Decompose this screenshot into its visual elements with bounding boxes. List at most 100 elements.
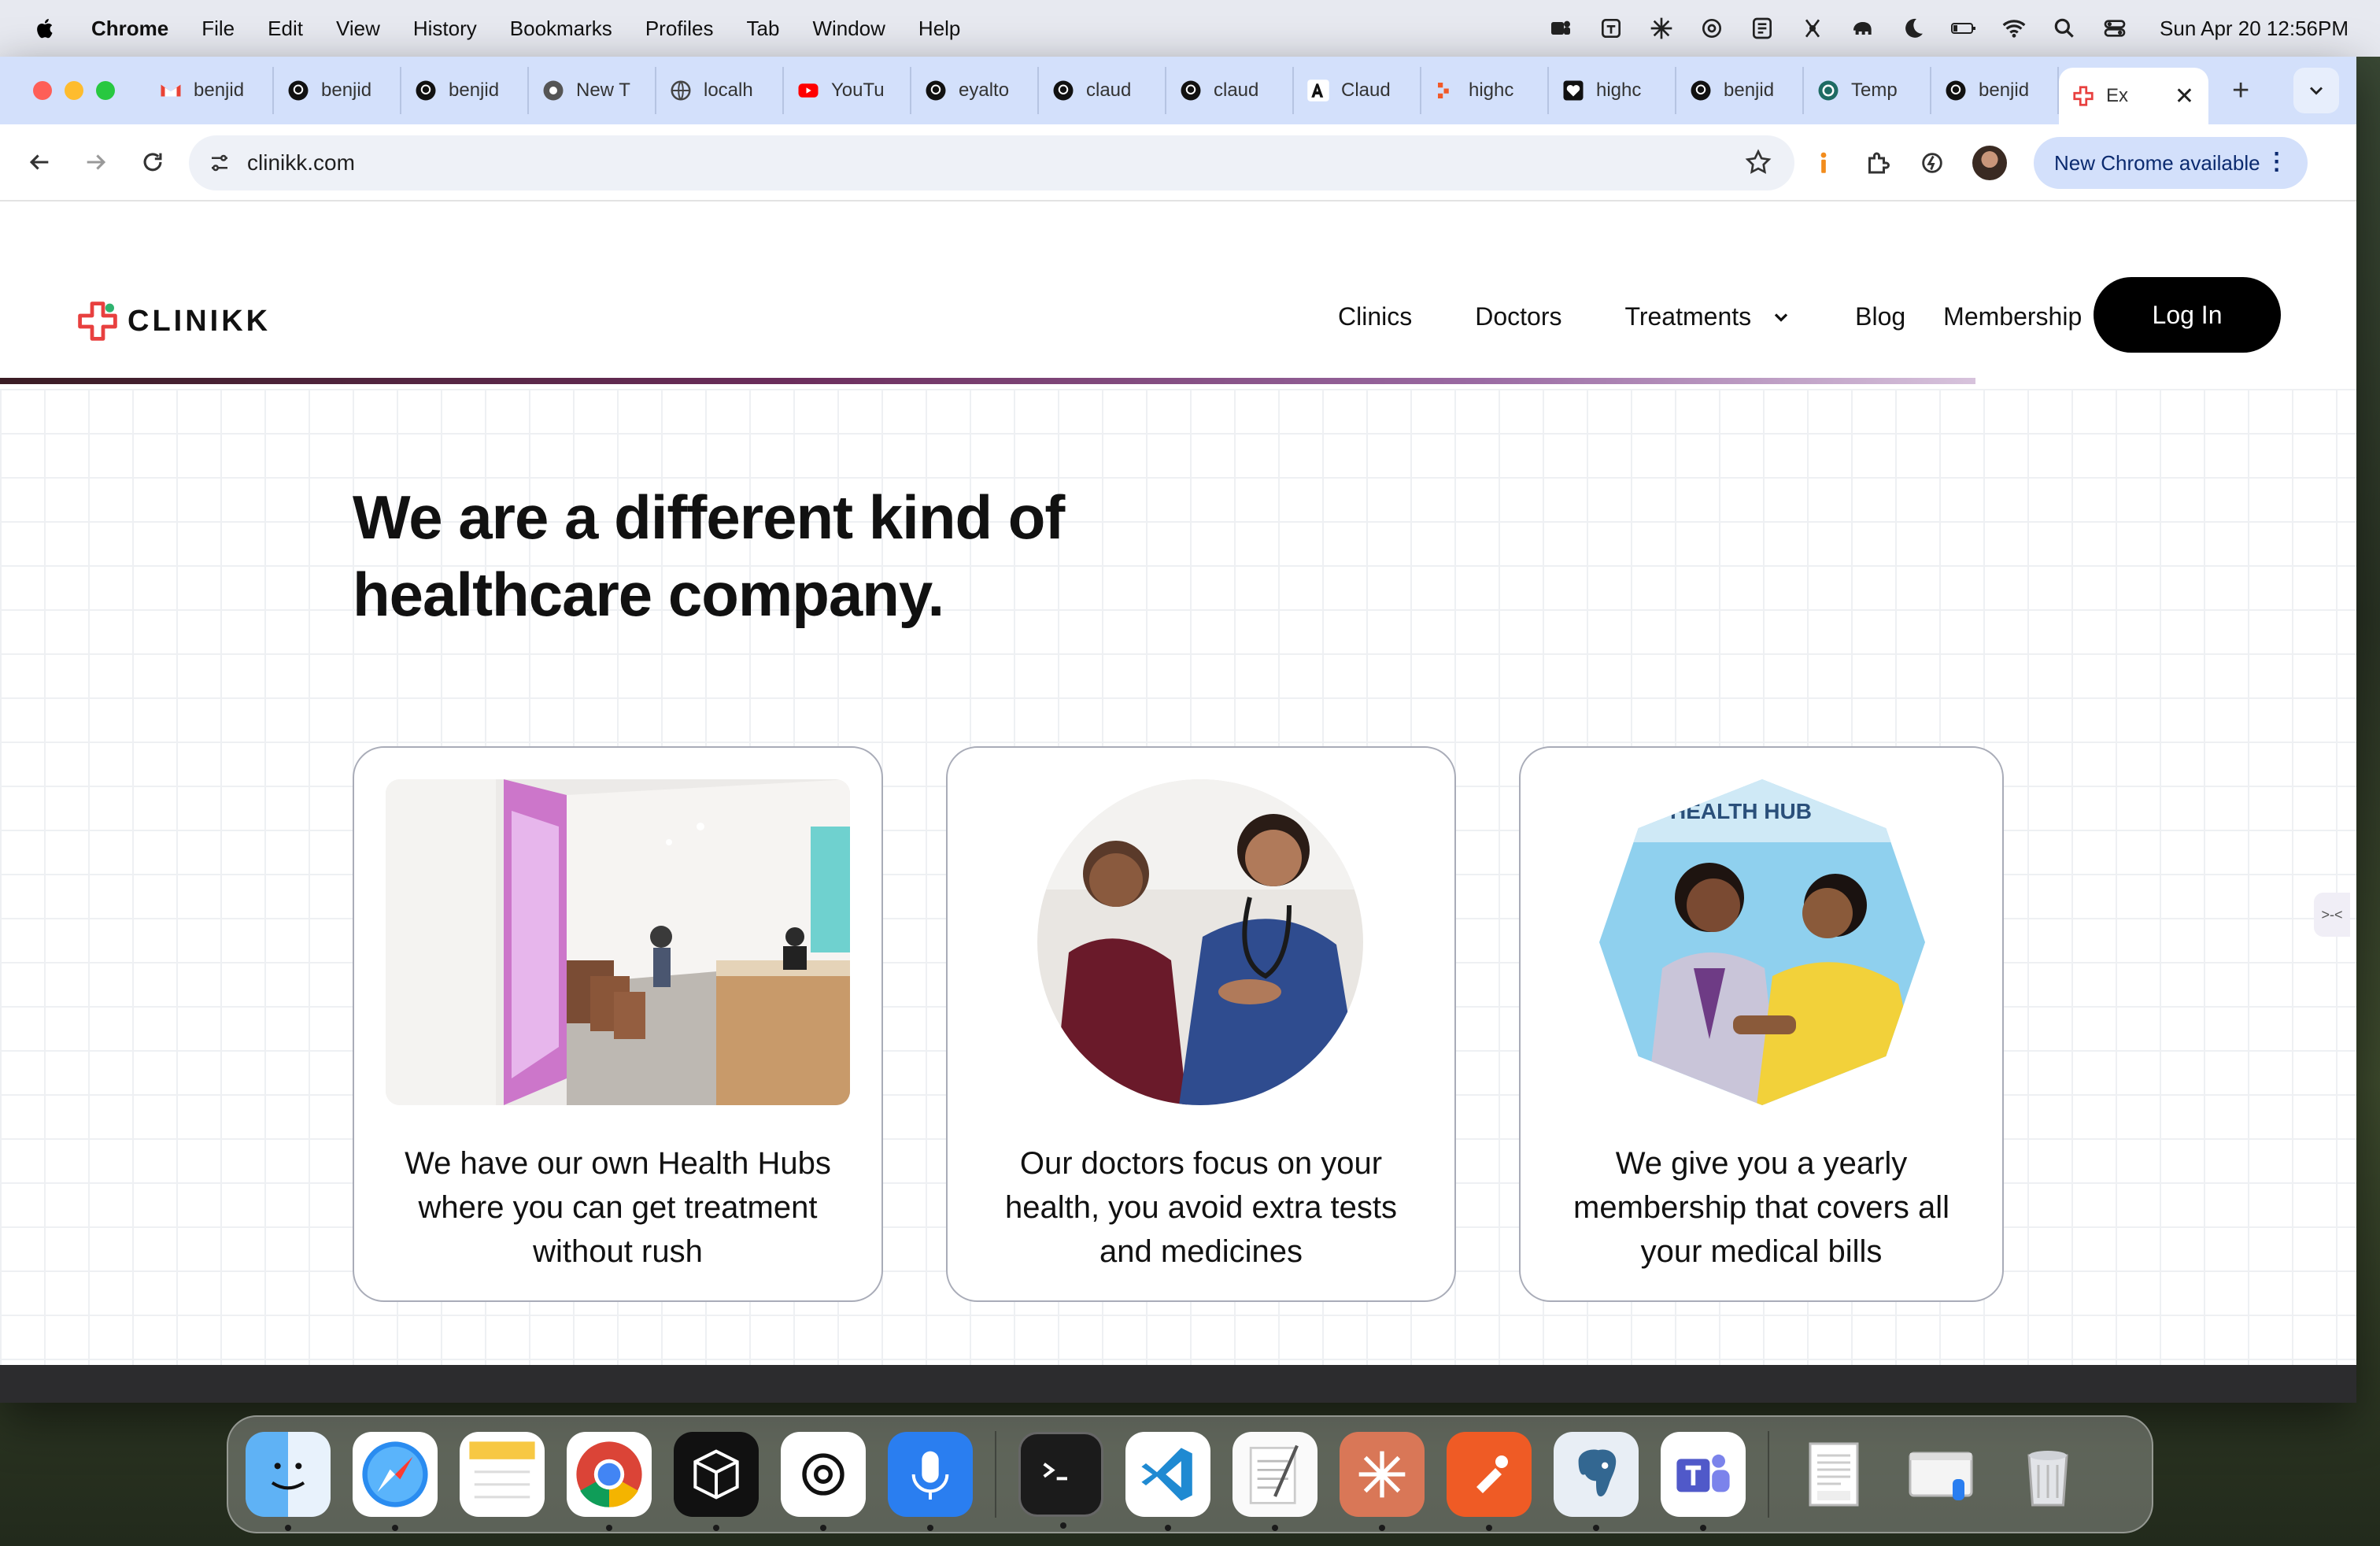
performance-icon[interactable] bbox=[1919, 150, 1946, 176]
dock-html-document[interactable] bbox=[1791, 1432, 1876, 1517]
tab-github[interactable]: claud bbox=[1166, 67, 1294, 114]
wifi-icon[interactable] bbox=[2001, 15, 2027, 42]
drone-status-icon[interactable] bbox=[1799, 15, 1826, 42]
dock-finder[interactable] bbox=[246, 1432, 331, 1531]
reload-button[interactable] bbox=[131, 140, 175, 184]
tab-template[interactable]: Temp bbox=[1804, 67, 1931, 114]
health-hub-sign-text: HEALTH HUB bbox=[1670, 799, 1812, 823]
battery-icon[interactable] bbox=[1950, 15, 1977, 42]
tab-youtube[interactable]: YouTu bbox=[784, 67, 911, 114]
address-bar[interactable]: clinikk.com bbox=[189, 135, 1794, 190]
menu-app-name[interactable]: Chrome bbox=[91, 17, 168, 41]
menu-file[interactable]: File bbox=[201, 17, 235, 41]
nav-doctors[interactable]: Doctors bbox=[1475, 302, 1561, 331]
dock-window-preview[interactable] bbox=[1898, 1432, 1983, 1517]
extensions-puzzle-icon[interactable] bbox=[1864, 149, 1892, 177]
site-info-icon[interactable] bbox=[208, 151, 231, 175]
running-indicator bbox=[820, 1525, 826, 1531]
dock-separator bbox=[1768, 1431, 1769, 1518]
tab-github[interactable]: benjid bbox=[274, 67, 401, 114]
close-tab-icon[interactable]: ✕ bbox=[2175, 83, 2194, 110]
forward-button[interactable] bbox=[74, 140, 118, 184]
dock-trash[interactable] bbox=[2005, 1432, 2090, 1517]
kebab-menu-icon[interactable]: ⋮ bbox=[2265, 148, 2289, 176]
doctor-patient-photo bbox=[1037, 779, 1363, 1105]
dock-postgres[interactable] bbox=[1554, 1432, 1639, 1531]
feature-card-doctors: Our doctors focus on your health, you av… bbox=[946, 746, 1456, 1302]
menu-history[interactable]: History bbox=[413, 17, 477, 41]
macos-menubar: Chrome File Edit View History Bookmarks … bbox=[0, 0, 2380, 57]
dock-chatgpt[interactable] bbox=[781, 1432, 866, 1531]
menu-bookmarks[interactable]: Bookmarks bbox=[510, 17, 612, 41]
side-drawer-toggle-icon[interactable]: >-< bbox=[2314, 893, 2350, 937]
gmail-icon bbox=[159, 79, 183, 102]
dock-voice-app[interactable] bbox=[888, 1432, 973, 1531]
arrow-right-icon bbox=[87, 154, 106, 170]
dock-safari[interactable] bbox=[353, 1432, 438, 1531]
moon-status-icon[interactable] bbox=[1900, 15, 1927, 42]
login-button[interactable]: Log In bbox=[2094, 277, 2281, 353]
openai-status-icon[interactable] bbox=[1698, 15, 1725, 42]
running-indicator bbox=[1486, 1525, 1492, 1531]
teams-status-icon[interactable] bbox=[1547, 15, 1574, 42]
dock-terminal[interactable] bbox=[1018, 1432, 1103, 1529]
tab-github[interactable]: benjid bbox=[1931, 67, 2059, 114]
dock-postman[interactable] bbox=[1447, 1432, 1532, 1531]
minimize-window-button[interactable] bbox=[65, 81, 83, 100]
clinikk-logo[interactable]: CLINIKK bbox=[76, 299, 271, 343]
feature-card-health-hubs: We have our own Health Hubs where you ca… bbox=[353, 746, 883, 1302]
dock-notes[interactable] bbox=[460, 1432, 545, 1517]
tab-new-tab[interactable]: New T bbox=[529, 67, 656, 114]
menu-window[interactable]: Window bbox=[812, 17, 885, 41]
nav-treatments[interactable]: Treatments bbox=[1624, 302, 1792, 331]
dock-teams[interactable] bbox=[1661, 1432, 1746, 1531]
tab-active-clinikk[interactable]: Ex ✕ bbox=[2059, 68, 2208, 124]
nav-clinics[interactable]: Clinics bbox=[1338, 302, 1412, 331]
tab-gmail[interactable]: benjid bbox=[146, 67, 274, 114]
extension-info-icon[interactable] bbox=[1810, 150, 1837, 176]
tab-search-dropdown[interactable] bbox=[2293, 68, 2339, 113]
document-status-icon[interactable] bbox=[1749, 15, 1776, 42]
window-controls bbox=[33, 81, 115, 100]
sparkle-status-icon[interactable] bbox=[1648, 15, 1675, 42]
apple-menu-icon[interactable] bbox=[30, 13, 61, 44]
tab-label: Temp bbox=[1851, 80, 1898, 101]
chrome-icon bbox=[541, 79, 565, 102]
close-window-button[interactable] bbox=[33, 81, 52, 100]
dock-chrome[interactable] bbox=[567, 1432, 652, 1531]
tab-highcharts[interactable]: highc bbox=[1549, 67, 1676, 114]
menu-help[interactable]: Help bbox=[918, 17, 960, 41]
running-indicator bbox=[1272, 1525, 1278, 1531]
new-tab-button[interactable]: + bbox=[2232, 74, 2249, 108]
back-button[interactable] bbox=[17, 140, 61, 184]
profile-avatar[interactable] bbox=[1972, 146, 2007, 180]
tab-localhost[interactable]: localh bbox=[656, 67, 784, 114]
menu-profiles[interactable]: Profiles bbox=[645, 17, 714, 41]
bookmark-star-icon[interactable] bbox=[1744, 148, 1772, 176]
menubar-clock[interactable]: Sun Apr 20 12:56PM bbox=[2160, 17, 2349, 41]
menu-edit[interactable]: Edit bbox=[268, 17, 303, 41]
new-chrome-available-button[interactable]: New Chrome available ⋮ bbox=[2034, 137, 2308, 189]
tab-claude[interactable]: Claud bbox=[1294, 67, 1421, 114]
tab-github[interactable]: claud bbox=[1039, 67, 1166, 114]
menu-view[interactable]: View bbox=[336, 17, 380, 41]
zoom-window-button[interactable] bbox=[96, 81, 115, 100]
shield-status-icon[interactable] bbox=[1598, 15, 1624, 42]
control-center-icon[interactable] bbox=[2101, 15, 2128, 42]
dock-claude[interactable] bbox=[1340, 1432, 1425, 1531]
tab-github[interactable]: benjid bbox=[401, 67, 529, 114]
nav-membership[interactable]: Membership bbox=[1943, 302, 2082, 331]
card-caption: We have our own Health Hubs where you ca… bbox=[405, 1146, 831, 1269]
dock-cube-app[interactable] bbox=[674, 1432, 759, 1531]
nav-blog[interactable]: Blog bbox=[1855, 302, 1905, 331]
tab-github[interactable]: eyalto bbox=[911, 67, 1039, 114]
dock-vscode[interactable] bbox=[1125, 1432, 1210, 1531]
dock-textedit[interactable] bbox=[1232, 1432, 1318, 1531]
highcharts-icon bbox=[1434, 79, 1458, 102]
tab-highcharts[interactable]: highc bbox=[1421, 67, 1549, 114]
menu-tab[interactable]: Tab bbox=[747, 17, 780, 41]
tab-github[interactable]: benjid bbox=[1676, 67, 1804, 114]
elephant-status-icon[interactable] bbox=[1850, 15, 1876, 42]
textedit-icon bbox=[1249, 1444, 1299, 1504]
spotlight-search-icon[interactable] bbox=[2051, 15, 2078, 42]
